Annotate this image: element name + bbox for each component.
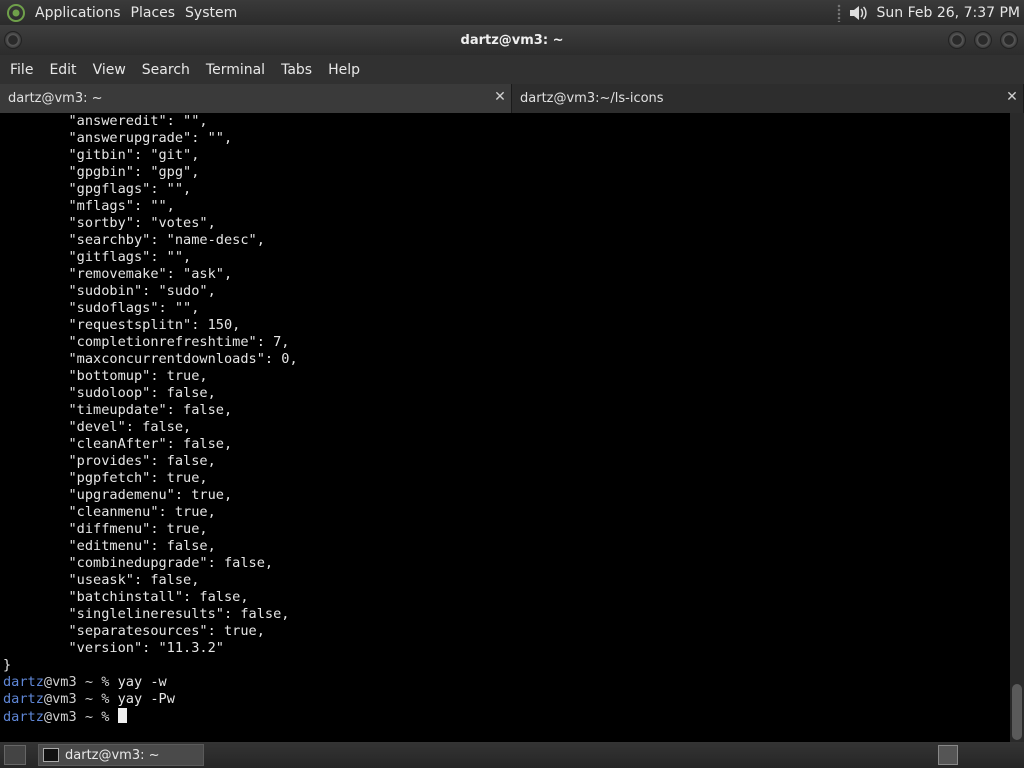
terminal-line: "sortby": "votes", [3, 215, 216, 231]
terminal-line: "editmenu": false, [3, 538, 216, 554]
show-desktop-icon[interactable] [4, 745, 26, 765]
text-cursor [117, 708, 127, 723]
terminal-line: "gpgflags": "", [3, 181, 192, 197]
terminal-line: "pgpfetch": true, [3, 470, 208, 486]
workspace-switcher[interactable] [938, 745, 958, 765]
prompt-line: dartz@vm3 ~ % [0, 708, 1010, 725]
terminal-line: "diffmenu": true, [3, 521, 208, 537]
terminal-line: "bottomup": true, [3, 368, 208, 384]
tab-bar: dartz@vm3: ~ ✕ dartz@vm3:~/ls-icons ✕ [0, 84, 1024, 113]
terminal-line: "batchinstall": false, [3, 589, 249, 605]
tab-ls-icons[interactable]: dartz@vm3:~/ls-icons ✕ [512, 84, 1024, 113]
prompt-line: dartz@vm3 ~ % yay -w [3, 674, 167, 690]
terminal-line: "answerupgrade": "", [3, 130, 233, 146]
taskbar-item-terminal[interactable]: dartz@vm3: ~ [38, 744, 204, 766]
terminal-line: "separatesources": true, [3, 623, 265, 639]
terminal-line: "devel": false, [3, 419, 192, 435]
terminal-line: "searchby": "name-desc", [3, 232, 265, 248]
menu-search[interactable]: Search [136, 62, 196, 78]
bottom-panel: dartz@vm3: ~ [0, 742, 1024, 768]
window-menu-button[interactable] [4, 31, 22, 49]
terminal-line: "singlelineresults": false, [3, 606, 290, 622]
terminal-line: "cleanmenu": true, [3, 504, 216, 520]
terminal-line: "answeredit": "", [3, 113, 208, 129]
menu-view[interactable]: View [87, 62, 132, 78]
terminal-line: "timeupdate": false, [3, 402, 233, 418]
terminal-line: "maxconcurrentdownloads": 0, [3, 351, 298, 367]
places-menu[interactable]: Places [126, 5, 181, 21]
terminal-scrollbar[interactable] [1010, 113, 1024, 742]
command-text: yay -w [117, 674, 167, 690]
taskbar-item-label: dartz@vm3: ~ [65, 747, 160, 763]
close-icon[interactable]: ✕ [1005, 90, 1019, 104]
system-menu[interactable]: System [180, 5, 242, 21]
distro-logo-icon[interactable] [6, 3, 26, 23]
terminal-line: "provides": false, [3, 453, 216, 469]
window-titlebar[interactable]: dartz@vm3: ~ [0, 25, 1024, 55]
terminal-line: "requestsplitn": 150, [3, 317, 241, 333]
terminal-line: "sudoloop": false, [3, 385, 216, 401]
menu-tabs[interactable]: Tabs [275, 62, 318, 78]
maximize-button[interactable] [974, 31, 992, 49]
terminal-line: "gitflags": "", [3, 249, 192, 265]
menu-edit[interactable]: Edit [43, 62, 82, 78]
terminal-output[interactable]: "answeredit": "", "answerupgrade": "", "… [0, 113, 1010, 742]
terminal-line: "gpgbin": "gpg", [3, 164, 200, 180]
terminal-line: "useask": false, [3, 572, 200, 588]
panel-separator [836, 3, 841, 22]
terminal-line: "version": "11.3.2" [3, 640, 224, 656]
terminal-line: } [3, 657, 12, 673]
terminal-line: "upgrademenu": true, [3, 487, 233, 503]
minimize-button[interactable] [948, 31, 966, 49]
prompt-line: dartz@vm3 ~ % yay -Pw [3, 691, 175, 707]
tab-label: dartz@vm3: ~ [8, 91, 103, 106]
terminal-line: "cleanAfter": false, [3, 436, 233, 452]
volume-icon[interactable] [847, 2, 869, 24]
terminal-line: "sudobin": "sudo", [3, 283, 216, 299]
menu-help[interactable]: Help [322, 62, 366, 78]
window-title: dartz@vm3: ~ [460, 32, 564, 48]
terminal-line: "completionrefreshtime": 7, [3, 334, 290, 350]
command-text: yay -Pw [117, 691, 175, 707]
terminal-line: "removemake": "ask", [3, 266, 233, 282]
top-panel: Applications Places System Sun Feb 26, 7… [0, 0, 1024, 25]
tab-home[interactable]: dartz@vm3: ~ ✕ [0, 84, 512, 113]
terminal-line: "gitbin": "git", [3, 147, 200, 163]
terminal-icon [43, 748, 59, 762]
menu-file[interactable]: File [4, 62, 39, 78]
menu-terminal[interactable]: Terminal [200, 62, 271, 78]
menubar: File Edit View Search Terminal Tabs Help [0, 55, 1024, 84]
terminal-line: "combinedupgrade": false, [3, 555, 274, 571]
terminal-line: "sudoflags": "", [3, 300, 200, 316]
tab-label: dartz@vm3:~/ls-icons [520, 91, 664, 106]
close-icon[interactable]: ✕ [493, 90, 507, 104]
scrollbar-thumb[interactable] [1012, 684, 1022, 740]
terminal-line: "mflags": "", [3, 198, 175, 214]
close-window-button[interactable] [1000, 31, 1018, 49]
clock[interactable]: Sun Feb 26, 7:37 PM [877, 5, 1020, 21]
applications-menu[interactable]: Applications [30, 5, 126, 21]
